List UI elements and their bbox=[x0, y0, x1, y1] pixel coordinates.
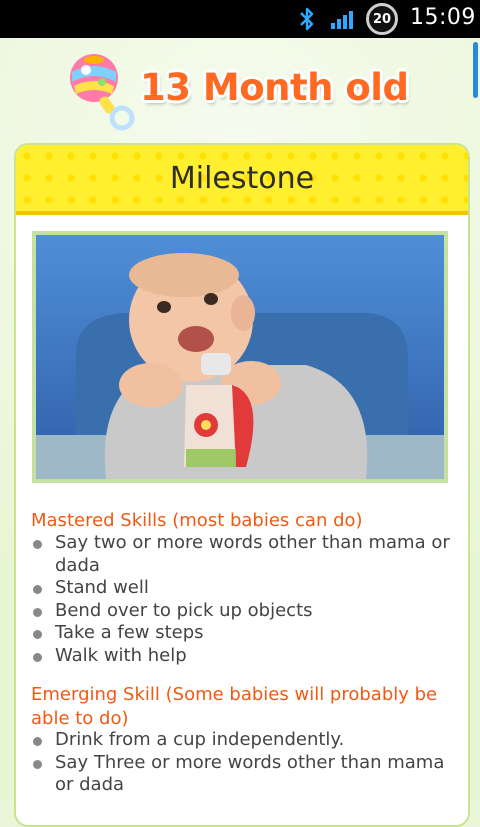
list-item: Walk with help bbox=[31, 645, 451, 668]
card-title: Milestone bbox=[169, 160, 315, 196]
emerging-skills-list: Drink from a cup independently. Say Thre… bbox=[31, 729, 451, 797]
baby-photo bbox=[32, 231, 448, 483]
list-item: Say two or more words other than mama or… bbox=[31, 532, 451, 577]
signal-strength-icon bbox=[331, 11, 353, 29]
status-bar: 20 15:09 bbox=[0, 0, 480, 38]
list-item: Drink from a cup independently. bbox=[31, 729, 451, 752]
list-item: Say Three or more words other than mama … bbox=[31, 752, 451, 797]
rattle-icon bbox=[70, 54, 135, 131]
card-header: Milestone bbox=[16, 145, 468, 215]
bluetooth-icon bbox=[300, 7, 314, 31]
page-title: 13 Month old bbox=[140, 66, 409, 109]
list-item: Take a few steps bbox=[31, 622, 451, 645]
mastered-skills-list: Say two or more words other than mama or… bbox=[31, 532, 451, 667]
list-item: Stand well bbox=[31, 577, 451, 600]
scrollbar[interactable] bbox=[473, 42, 478, 98]
mastered-skills-heading: Mastered Skills (most babies can do) bbox=[31, 510, 363, 531]
list-item: Bend over to pick up objects bbox=[31, 600, 451, 623]
battery-level: 20 bbox=[372, 11, 392, 27]
baby-photo-illustration bbox=[36, 235, 444, 479]
emerging-skills-heading: Emerging Skill (Some babies will probabl… bbox=[31, 684, 438, 729]
battery-icon: 20 bbox=[366, 3, 398, 35]
clock: 15:09 bbox=[410, 5, 476, 30]
